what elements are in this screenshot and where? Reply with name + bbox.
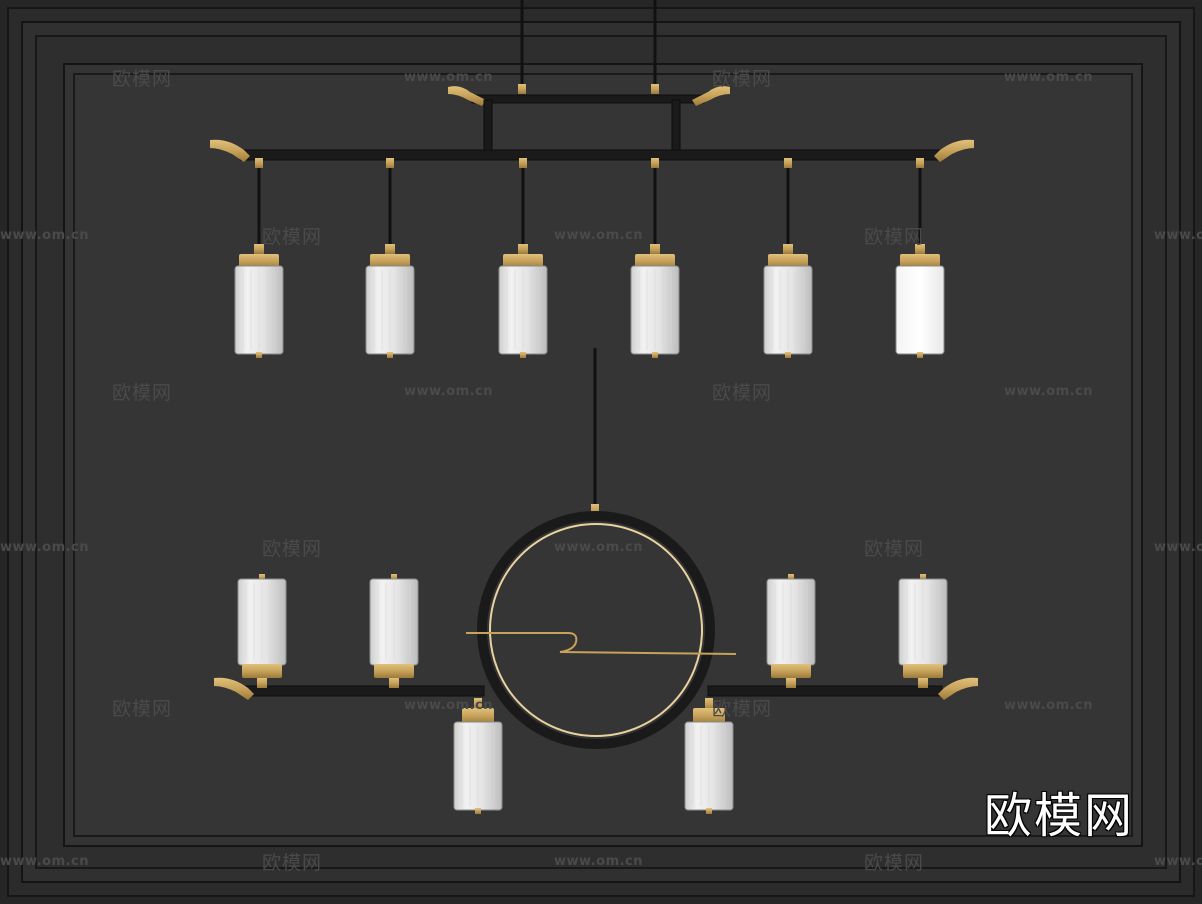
watermark-text: www.om.cn (0, 540, 90, 555)
watermark-text: www.om.cn (1004, 70, 1094, 85)
candle-light (898, 574, 948, 688)
site-logo: 欧模网 (984, 788, 1135, 844)
watermark-text: 欧模网 (864, 538, 925, 560)
watermark-text: 欧模网 (864, 852, 925, 874)
watermark-text: 欧模网 (262, 226, 323, 248)
picture-frame (0, 0, 1202, 904)
watermark-text: 欧模网 (112, 698, 173, 720)
watermark-text: www.om.cn (1004, 384, 1094, 399)
watermark-text: www.om.cn (404, 698, 494, 713)
watermark-text: www.om.cn (1154, 228, 1202, 243)
watermark-text: www.om.cn (554, 540, 644, 555)
chandelier-render (0, 0, 1202, 904)
watermark-text: www.om.cn (554, 854, 644, 869)
watermark-text: 欧模网 (712, 68, 773, 90)
watermark-text: 欧模网 (112, 382, 173, 404)
candle-light (766, 574, 816, 688)
watermark-text: 欧模网 (712, 382, 773, 404)
watermark-text: 欧模网 (712, 698, 773, 720)
watermark-text: www.om.cn (0, 854, 90, 869)
watermark-text: 欧模网 (112, 68, 173, 90)
watermark-text: 欧模网 (864, 226, 925, 248)
watermark-text: www.om.cn (1154, 854, 1202, 869)
candle-light (369, 574, 419, 688)
watermark-text: 欧模网 (262, 852, 323, 874)
watermark-text: www.om.cn (1004, 698, 1094, 713)
candle-light (237, 574, 287, 688)
watermark-text: www.om.cn (404, 70, 494, 85)
watermark-text: www.om.cn (404, 384, 494, 399)
render-canvas: 欧模网 www.om.cn 欧模网 www.om.cn www.om.cn 欧模网 www.… (0, 0, 1202, 904)
watermark-text: www.om.cn (554, 228, 644, 243)
watermark-text: www.om.cn (0, 228, 90, 243)
watermark-text: www.om.cn (1154, 540, 1202, 555)
watermark-text: 欧模网 (262, 538, 323, 560)
